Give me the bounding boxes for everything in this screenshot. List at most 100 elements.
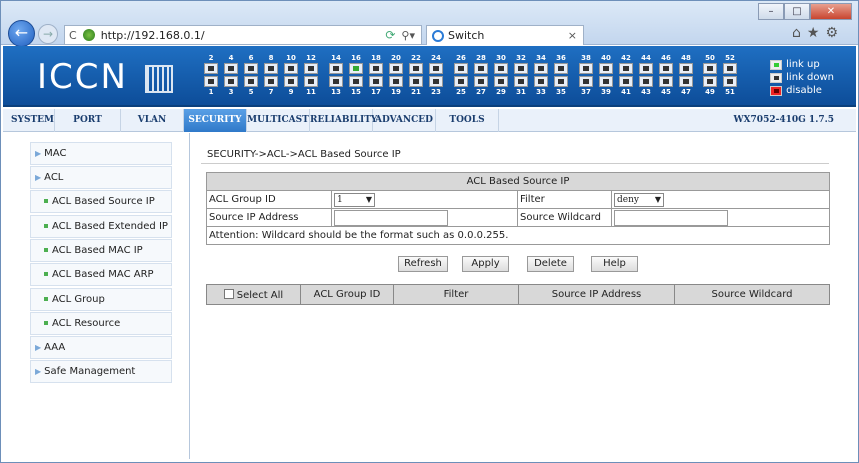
sidebar-item-acl[interactable]: ▶ ACL bbox=[30, 166, 172, 189]
port-38[interactable] bbox=[579, 63, 593, 74]
port-30[interactable] bbox=[494, 63, 508, 74]
close-window-button[interactable]: ✕ bbox=[810, 3, 852, 20]
port-44[interactable] bbox=[639, 63, 653, 74]
minimize-button[interactable]: – bbox=[758, 3, 784, 20]
filter-select[interactable]: deny bbox=[614, 192, 664, 207]
nav-tools[interactable]: TOOLS bbox=[436, 108, 499, 132]
nav-advanced[interactable]: ADVANCED bbox=[373, 108, 436, 132]
maximize-button[interactable]: □ bbox=[784, 3, 810, 20]
nav-reliability[interactable]: RELIABILITY bbox=[310, 108, 377, 132]
refresh-button[interactable]: Refresh bbox=[398, 256, 448, 272]
port-35[interactable] bbox=[554, 76, 568, 87]
port-12[interactable] bbox=[304, 63, 318, 74]
port-number: 19 bbox=[391, 88, 401, 96]
port-11[interactable] bbox=[304, 76, 318, 87]
sidebar-item-acl-group[interactable]: ACL Group bbox=[30, 288, 172, 311]
forward-button[interactable]: → bbox=[38, 24, 58, 44]
port-6[interactable] bbox=[244, 63, 258, 74]
expand-arrow-icon: ▶ bbox=[35, 343, 42, 352]
sidebar-item-safe-management[interactable]: ▶ Safe Management bbox=[30, 360, 172, 383]
tab-switch[interactable]: Switch × bbox=[426, 25, 584, 45]
port-39[interactable] bbox=[599, 76, 613, 87]
port-13[interactable] bbox=[329, 76, 343, 87]
port-37[interactable] bbox=[579, 76, 593, 87]
port-41[interactable] bbox=[619, 76, 633, 87]
port-26[interactable] bbox=[454, 63, 468, 74]
port-47[interactable] bbox=[679, 76, 693, 87]
compat-view-icon[interactable]: ⟳ bbox=[385, 28, 395, 42]
select-all-checkbox[interactable] bbox=[223, 288, 234, 299]
sidebar-item-mac[interactable]: ▶ MAC bbox=[30, 142, 172, 165]
sidebar-item-label: MAC bbox=[44, 148, 67, 159]
port-51[interactable] bbox=[723, 76, 737, 87]
port-28[interactable] bbox=[474, 63, 488, 74]
port-18[interactable] bbox=[369, 63, 383, 74]
source-wildcard-input[interactable] bbox=[614, 209, 728, 226]
port-9[interactable] bbox=[284, 76, 298, 87]
nav-multicast[interactable]: MULTICAST bbox=[247, 108, 310, 132]
port-32[interactable] bbox=[514, 63, 528, 74]
port-number: 39 bbox=[601, 88, 611, 96]
nav-vlan[interactable]: VLAN bbox=[121, 108, 184, 132]
port-5[interactable] bbox=[244, 76, 258, 87]
port-23[interactable] bbox=[429, 76, 443, 87]
tab-close-icon[interactable]: × bbox=[568, 29, 577, 42]
sidebar-item-acl-mac-ip[interactable]: ACL Based MAC IP bbox=[30, 239, 172, 262]
sidebar-item-aaa[interactable]: ▶ AAA bbox=[30, 336, 172, 359]
port-7[interactable] bbox=[264, 76, 278, 87]
port-31[interactable] bbox=[514, 76, 528, 87]
port-40[interactable] bbox=[599, 63, 613, 74]
port-8[interactable] bbox=[264, 63, 278, 74]
nav-system[interactable]: SYSTEM bbox=[11, 108, 55, 132]
port-52[interactable] bbox=[723, 63, 737, 74]
port-33[interactable] bbox=[534, 76, 548, 87]
port-number: 51 bbox=[725, 88, 735, 96]
port-3[interactable] bbox=[224, 76, 238, 87]
port-24[interactable] bbox=[429, 63, 443, 74]
port-50[interactable] bbox=[703, 63, 717, 74]
port-15[interactable] bbox=[349, 76, 363, 87]
port-number: 48 bbox=[681, 54, 691, 62]
nav-port[interactable]: PORT bbox=[55, 108, 121, 132]
port-number: 14 bbox=[331, 54, 341, 62]
address-bar[interactable]: C http://192.168.0.1/ ⟳ ⚲▾ bbox=[64, 25, 422, 45]
sidebar-item-acl-resource[interactable]: ACL Resource bbox=[30, 312, 172, 335]
acl-list-table: Select All ACL Group ID Filter Source IP… bbox=[206, 284, 830, 305]
port-43[interactable] bbox=[639, 76, 653, 87]
port-10[interactable] bbox=[284, 63, 298, 74]
port-14[interactable] bbox=[329, 63, 343, 74]
back-button[interactable]: ← bbox=[8, 20, 35, 47]
port-17[interactable] bbox=[369, 76, 383, 87]
port-2[interactable] bbox=[204, 63, 218, 74]
delete-button[interactable]: Delete bbox=[527, 256, 574, 272]
port-25[interactable] bbox=[454, 76, 468, 87]
help-button[interactable]: Help bbox=[591, 256, 638, 272]
group-id-select[interactable]: 1 bbox=[334, 192, 375, 207]
port-4[interactable] bbox=[224, 63, 238, 74]
port-19[interactable] bbox=[389, 76, 403, 87]
sidebar-item-acl-source-ip[interactable]: ACL Based Source IP bbox=[30, 190, 172, 213]
source-ip-input[interactable] bbox=[334, 209, 448, 226]
nav-security[interactable]: SECURITY bbox=[184, 108, 247, 132]
port-45[interactable] bbox=[659, 76, 673, 87]
port-22[interactable] bbox=[409, 63, 423, 74]
sidebar-item-acl-extended-ip[interactable]: ACL Based Extended IP bbox=[30, 215, 172, 238]
url-text[interactable]: http://192.168.0.1/ bbox=[101, 29, 386, 42]
port-49[interactable] bbox=[703, 76, 717, 87]
port-36[interactable] bbox=[554, 63, 568, 74]
port-21[interactable] bbox=[409, 76, 423, 87]
toolbar-icons[interactable]: ⌂★⚙ bbox=[792, 25, 844, 41]
port-34[interactable] bbox=[534, 63, 548, 74]
search-icon[interactable]: ⚲▾ bbox=[401, 29, 415, 42]
port-42[interactable] bbox=[619, 63, 633, 74]
port-number: 20 bbox=[391, 54, 401, 62]
port-46[interactable] bbox=[659, 63, 673, 74]
port-1[interactable] bbox=[204, 76, 218, 87]
port-48[interactable] bbox=[679, 63, 693, 74]
port-29[interactable] bbox=[494, 76, 508, 87]
port-27[interactable] bbox=[474, 76, 488, 87]
port-16[interactable] bbox=[349, 63, 363, 74]
sidebar-item-acl-mac-arp[interactable]: ACL Based MAC ARP bbox=[30, 263, 172, 286]
port-20[interactable] bbox=[389, 63, 403, 74]
apply-button[interactable]: Apply bbox=[462, 256, 509, 272]
